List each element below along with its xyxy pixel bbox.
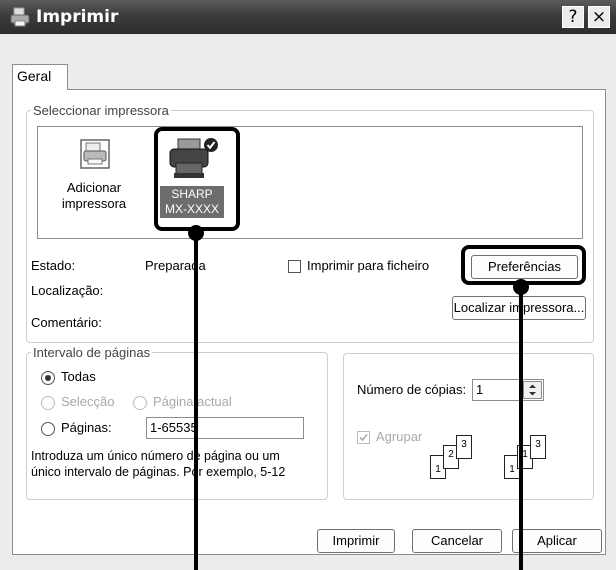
page-range-legend: Intervalo de páginas [33, 345, 151, 360]
collate-label: Agrupar [376, 429, 423, 444]
add-printer-item[interactable]: Adicionar impressora [48, 137, 140, 227]
add-printer-line1: Adicionar [66, 180, 122, 195]
all-pages-radio[interactable] [41, 371, 55, 385]
help-button[interactable]: ? [562, 6, 584, 28]
selection-radio [41, 396, 55, 410]
localizacao-label: Localização: [31, 283, 104, 298]
title-bar[interactable]: Imprimir ? × [0, 0, 616, 34]
pages-radio[interactable] [41, 422, 55, 436]
comentario-label: Comentário: [31, 315, 102, 330]
collate-checkbox [357, 431, 370, 444]
all-pages-label: Todas [61, 369, 96, 384]
cancel-button[interactable]: Cancelar [412, 529, 502, 553]
tab-geral[interactable]: Geral [12, 64, 68, 90]
select-printer-legend: Seleccionar impressora [33, 103, 169, 118]
printer-app-icon [10, 7, 30, 27]
close-button[interactable]: × [588, 6, 610, 28]
preferences-callout-dot [513, 279, 529, 295]
spinner-arrows-icon [529, 384, 536, 396]
estado-label: Estado: [31, 258, 76, 273]
checkmark-icon [359, 433, 368, 442]
print-button[interactable]: Imprimir [317, 529, 395, 553]
printer-callout-box [154, 127, 240, 231]
pages-help-line1: Introduza um único número de página ou u… [31, 449, 280, 463]
collate-page: 3 [530, 435, 546, 459]
print-dialog: Imprimir ? × Geral Seleccionar impressor… [0, 0, 616, 570]
add-printer-line2: impressora [61, 196, 127, 211]
printer-callout-line [194, 231, 198, 570]
pages-help-line2: único intervalo de páginas. Por exemplo,… [31, 465, 286, 479]
print-to-file-label: Imprimir para ficheiro [307, 258, 430, 273]
collate-illustration: 1 2 3 1 1 3 [430, 435, 590, 495]
tab-panel: Seleccionar impressora Adicionar impress… [12, 89, 606, 555]
pages-label: Páginas: [61, 420, 112, 435]
add-printer-icon [80, 139, 110, 169]
current-page-label: Página actual [153, 394, 232, 409]
copies-spinner[interactable] [523, 381, 542, 399]
print-to-file-checkbox[interactable] [288, 260, 301, 273]
printer-callout-dot [188, 225, 204, 241]
pages-input[interactable]: 1-65535 [146, 417, 304, 439]
copies-label: Número de cópias: [357, 382, 467, 397]
collate-page: 3 [456, 435, 472, 459]
preferences-callout-line [519, 285, 523, 570]
dialog-body: Geral Seleccionar impressora Adicionar i… [0, 34, 616, 570]
apply-button[interactable]: Aplicar [512, 529, 602, 553]
selection-label: Selecção [61, 394, 115, 409]
tab-label: Geral [17, 68, 52, 84]
printer-list[interactable]: Adicionar impressora SHARP MX-XXXX [37, 126, 583, 239]
window-title: Imprimir [36, 7, 119, 27]
current-page-radio [133, 396, 147, 410]
